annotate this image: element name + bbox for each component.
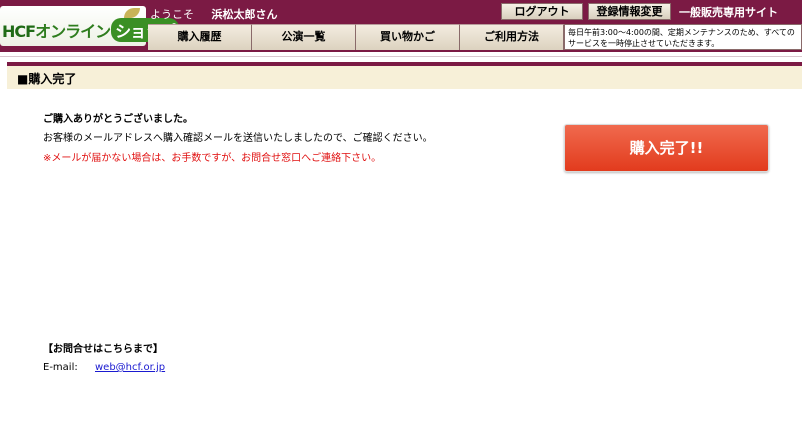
contact-heading: 【お問合せはこちらまで】 — [43, 344, 163, 355]
mail-warning: ※メールが届かない場合は、お手数ですが、お問合せ窓口へご連絡下さい。 — [43, 153, 382, 164]
mail-sent-message: お客様のメールアドレスへ購入確認メールを送信いたしましたので、ご確認ください。 — [43, 133, 433, 144]
welcome-text: ようこそ 浜松太郎さん — [150, 6, 278, 22]
site-type-label: 一般販売専用サイト — [679, 6, 778, 19]
logout-button[interactable]: ログアウト — [501, 3, 583, 20]
user-name: 浜松太郎さん — [211, 8, 278, 21]
maintenance-notice: 毎日午前3:00〜4:00の間、定期メンテナンスのため、すべてのサービスを一時停… — [564, 24, 802, 50]
edit-registration-button[interactable]: 登録情報変更 — [588, 3, 671, 20]
header: HCFオンライン ショップ ようこそ 浜松太郎さん ログアウト 登録情報変更 一般… — [0, 0, 802, 52]
nav-shopping-cart[interactable]: 買い物かご — [356, 24, 460, 50]
section-header: ■購入完了 — [7, 62, 802, 89]
logo-online: オンライン — [35, 22, 111, 41]
nav-performance-list[interactable]: 公演一覧 — [252, 24, 356, 50]
page-title: ■購入完了 — [17, 72, 77, 86]
main-nav: 購入履歴 公演一覧 買い物かご ご利用方法 — [148, 24, 564, 50]
header-divider — [0, 52, 802, 57]
thanks-message: ご購入ありがとうございました。 — [43, 114, 193, 125]
site-logo[interactable]: HCFオンライン ショップ — [0, 6, 180, 46]
logo-hcf: HCF — [2, 22, 36, 41]
contact-email-link[interactable]: web@hcf.or.jp — [95, 362, 165, 373]
email-label: E-mail: — [43, 362, 78, 373]
nav-how-to-use[interactable]: ご利用方法 — [460, 24, 564, 50]
purchase-complete-button[interactable]: 購入完了!! — [564, 124, 769, 172]
leaf-icon — [124, 8, 140, 18]
welcome-label: ようこそ — [150, 8, 194, 21]
nav-purchase-history[interactable]: 購入履歴 — [148, 24, 252, 50]
